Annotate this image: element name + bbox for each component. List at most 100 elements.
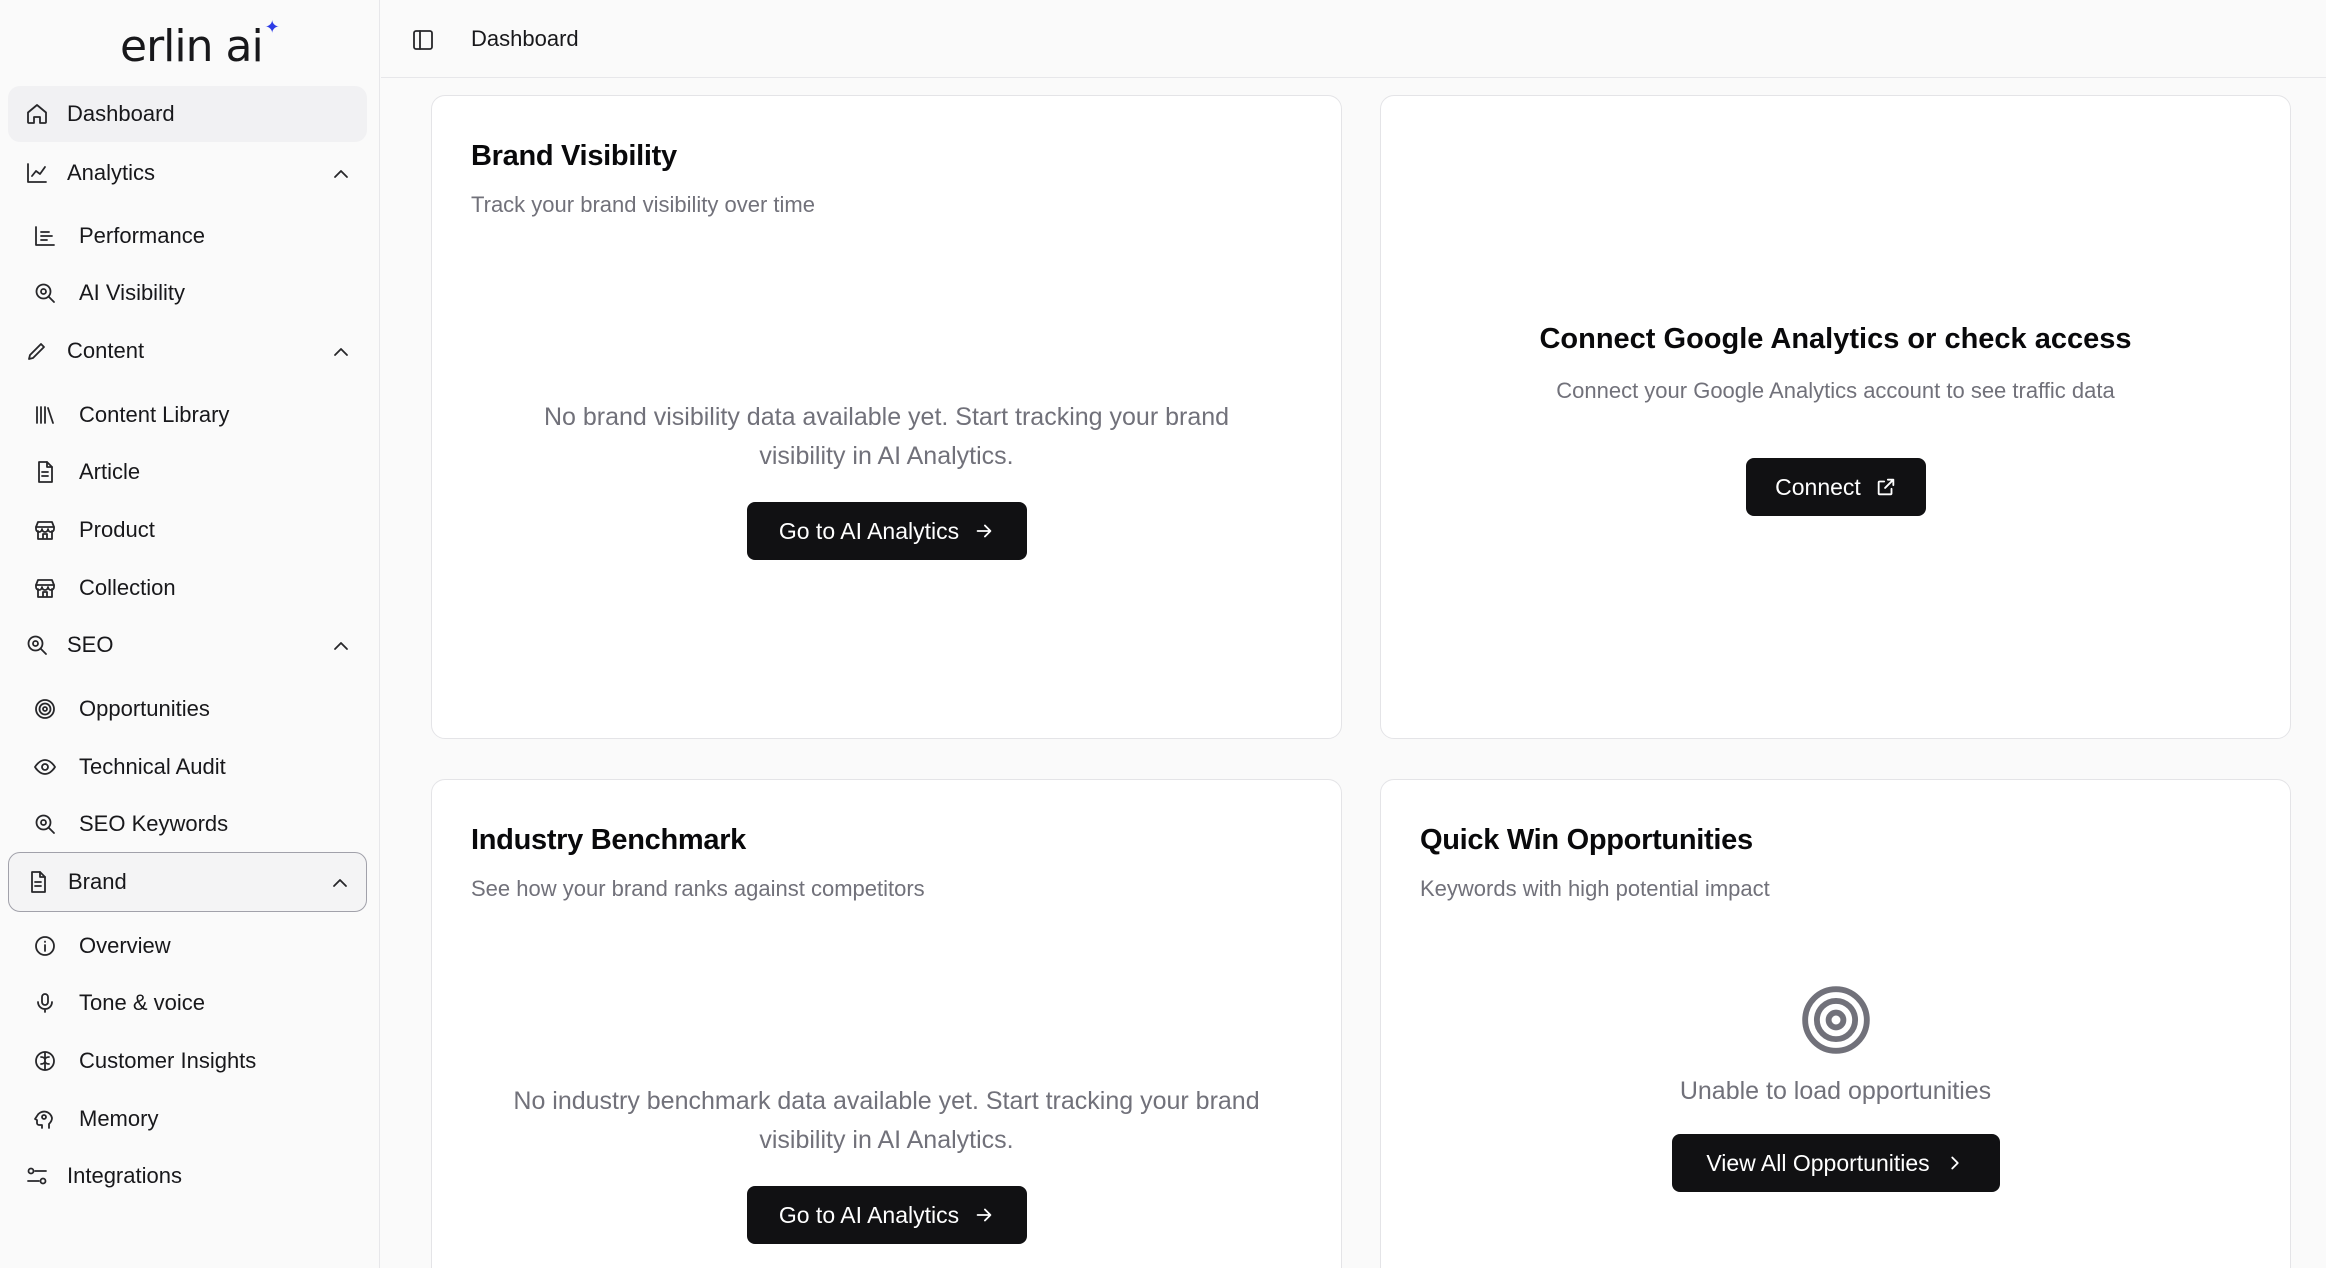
button-label: View All Opportunities (1706, 1149, 1930, 1176)
logo[interactable]: erlin ai ✦ (120, 18, 280, 78)
card-subtitle: See how your brand ranks against competi… (471, 876, 925, 901)
search-scan-icon (24, 632, 50, 658)
chevron-up-icon[interactable] (329, 162, 351, 184)
connect-button[interactable]: Connect (1746, 458, 1926, 516)
arrow-right-icon (976, 524, 992, 538)
bar-chart-icon (32, 223, 58, 249)
sidebar-item-overview[interactable]: Overview (20, 920, 360, 972)
chevron-up-icon[interactable] (328, 871, 350, 893)
sidebar-item-label: Opportunities (79, 696, 210, 721)
error-text: Unable to load opportunities (1679, 1077, 1992, 1105)
sidebar-item-label: AI Visibility (79, 280, 185, 305)
brain-icon (32, 1048, 58, 1074)
card-subtitle: Connect your Google Analytics account to… (1556, 378, 2115, 403)
sidebar-item-dashboard[interactable]: Dashboard (8, 86, 367, 142)
sidebar: erlin ai ✦ Dashboard Analytics Performan… (0, 0, 380, 1268)
top-bar: Dashboard (381, 0, 2326, 78)
sidebar-item-brand[interactable]: Brand (8, 852, 367, 912)
sidebar-item-tone-voice[interactable]: Tone & voice (20, 977, 360, 1029)
store-icon (32, 575, 58, 601)
home-icon (24, 101, 50, 127)
sidebar-item-label: Overview (79, 933, 171, 958)
sidebar-item-integrations[interactable]: Integrations (8, 1148, 367, 1204)
sidebar-item-label: SEO (67, 632, 114, 657)
sparkle-icon: ✦ (264, 17, 280, 37)
sidebar-item-article[interactable]: Article (20, 446, 360, 498)
search-scan-icon (32, 280, 58, 306)
breadcrumb: Dashboard (471, 26, 579, 51)
sidebar-item-label: Dashboard (67, 101, 175, 126)
sidebar-item-label: Article (79, 459, 141, 484)
chevron-up-icon[interactable] (329, 634, 351, 656)
document-icon (25, 869, 51, 895)
empty-state-line: No industry benchmark data available yet… (513, 1087, 1260, 1115)
sidebar-item-label: Analytics (67, 160, 156, 185)
sidebar-item-label: SEO Keywords (79, 811, 229, 836)
sidebar-item-label: Performance (79, 223, 205, 248)
brand-visibility-card: Brand Visibility Track your brand visibi… (431, 95, 1342, 739)
card-subtitle: Track your brand visibility over time (471, 192, 815, 217)
info-icon (32, 933, 58, 959)
sidebar-item-ai-visibility[interactable]: AI Visibility (20, 267, 360, 319)
empty-state-text: No brand visibility data available yet. … (432, 398, 1341, 476)
app-root: erlin ai ✦ Dashboard Analytics Performan… (0, 0, 2326, 1268)
sidebar-item-seo[interactable]: SEO (8, 617, 367, 673)
card-title: Brand Visibility (471, 140, 677, 172)
line-chart-icon (24, 160, 50, 186)
search-scan-icon (32, 811, 58, 837)
card-title: Connect Google Analytics or check access (1539, 323, 2132, 355)
sidebar-toggle-icon[interactable] (409, 26, 437, 54)
go-to-ai-analytics-button[interactable]: Go to AI Analytics (747, 502, 1027, 560)
sidebar-item-technical-audit[interactable]: Technical Audit (20, 741, 360, 793)
arrow-right-icon (976, 1208, 992, 1222)
card-title: Industry Benchmark (471, 824, 747, 856)
sidebar-item-label: Collection (79, 575, 176, 600)
target-icon (32, 696, 58, 722)
empty-state-line: visibility in AI Analytics. (759, 442, 1014, 470)
sidebar-item-seo-keywords[interactable]: SEO Keywords (20, 798, 360, 850)
external-link-icon (1877, 478, 1895, 496)
sidebar-item-opportunities[interactable]: Opportunities (20, 683, 360, 735)
chevron-right-icon (1950, 1156, 1959, 1170)
quick-wins-card: Quick Win Opportunities Keywords with hi… (1380, 779, 2291, 1268)
sidebar-item-label: Product (79, 517, 155, 542)
sidebar-item-label: Memory (79, 1106, 159, 1131)
document-icon (32, 459, 58, 485)
button-label: Go to AI Analytics (778, 1201, 960, 1228)
library-icon (32, 402, 58, 428)
sidebar-item-label: Integrations (67, 1163, 182, 1188)
logo-text: erlin ai (120, 21, 264, 72)
sidebar-item-product[interactable]: Product (20, 504, 360, 556)
store-icon (32, 517, 58, 543)
sidebar-item-analytics[interactable]: Analytics (8, 145, 367, 201)
view-all-opportunities-button[interactable]: View All Opportunities (1672, 1134, 2000, 1192)
pencil-icon (24, 338, 50, 364)
empty-state-line: visibility in AI Analytics. (759, 1126, 1014, 1154)
sidebar-item-customer-insights[interactable]: Customer Insights (20, 1035, 360, 1087)
sliders-icon (24, 1163, 50, 1189)
card-title: Quick Win Opportunities (1420, 824, 1753, 856)
empty-state-text: No industry benchmark data available yet… (432, 1082, 1341, 1160)
microphone-icon (32, 990, 58, 1016)
button-label: Connect (1775, 473, 1861, 500)
sidebar-item-label: Customer Insights (79, 1048, 257, 1073)
go-to-ai-analytics-button[interactable]: Go to AI Analytics (747, 1186, 1027, 1244)
button-label: Go to AI Analytics (778, 517, 960, 544)
sidebar-item-collection[interactable]: Collection (20, 562, 360, 614)
sidebar-item-content-library[interactable]: Content Library (20, 389, 360, 441)
card-subtitle: Keywords with high potential impact (1420, 876, 1770, 901)
sidebar-item-memory[interactable]: Memory (20, 1093, 360, 1145)
sidebar-item-content[interactable]: Content (8, 323, 367, 379)
sidebar-item-label: Content (67, 338, 145, 363)
target-icon (1799, 983, 1873, 1057)
brain-head-icon (32, 1106, 58, 1132)
sidebar-item-label: Tone & voice (79, 990, 205, 1015)
empty-state-line: No brand visibility data available yet. … (543, 403, 1230, 431)
chevron-up-icon[interactable] (329, 340, 351, 362)
eye-icon (32, 754, 58, 780)
sidebar-item-label: Technical Audit (79, 754, 226, 779)
sidebar-item-label: Content Library (79, 402, 230, 427)
sidebar-item-label: Brand (68, 869, 127, 894)
sidebar-item-performance[interactable]: Performance (20, 210, 360, 262)
google-analytics-card: Connect Google Analytics or check access… (1380, 95, 2291, 739)
